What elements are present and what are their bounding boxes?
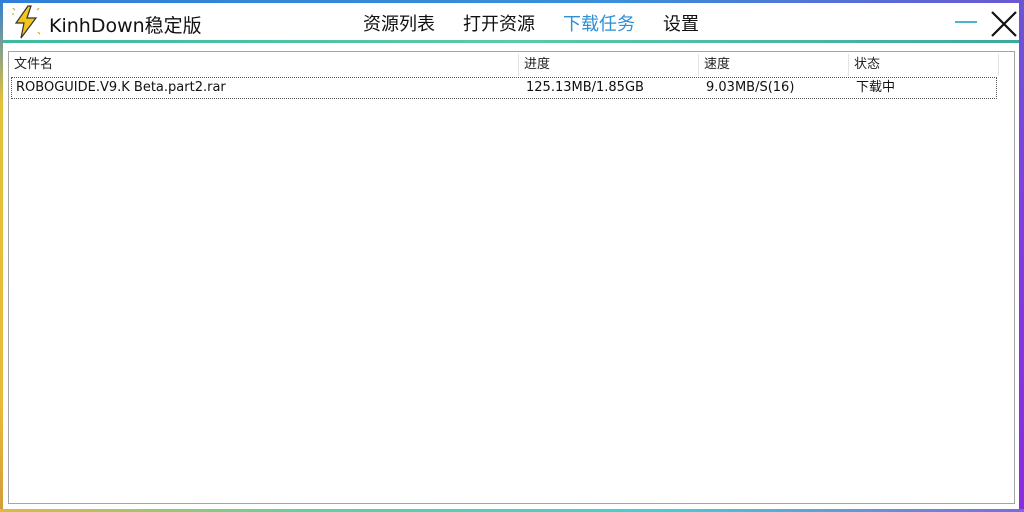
nav-tab-settings[interactable]: 设置: [663, 10, 699, 36]
close-icon[interactable]: [989, 9, 1019, 39]
minimize-icon[interactable]: [955, 21, 977, 23]
lightning-bolt-icon: [12, 5, 41, 39]
window-border-left: [0, 0, 3, 512]
cell-speed: 9.03MB/S(16): [706, 80, 795, 95]
nav-tab-download-tasks[interactable]: 下载任务: [563, 10, 635, 36]
nav-tab-resource-list[interactable]: 资源列表: [363, 10, 435, 36]
download-task-list[interactable]: 文件名 进度 速度 状态 ROBOGUIDE.V9.K Beta.part2.r…: [8, 51, 1015, 504]
nav-tab-open-resource[interactable]: 打开资源: [463, 10, 535, 36]
top-navigation: 资源列表 打开资源 下载任务 设置: [363, 10, 699, 36]
title-bar[interactable]: KinhDown稳定版 资源列表 打开资源 下载任务 设置: [3, 3, 1019, 41]
title-separator: [3, 40, 1019, 43]
column-header-speed[interactable]: 速度: [699, 54, 849, 76]
table-row[interactable]: ROBOGUIDE.V9.K Beta.part2.rar 125.13MB/1…: [11, 77, 997, 99]
app-title: KinhDown稳定版: [49, 15, 202, 37]
column-header-progress[interactable]: 进度: [519, 54, 699, 76]
cell-filename: ROBOGUIDE.V9.K Beta.part2.rar: [16, 80, 226, 95]
column-header-filename[interactable]: 文件名: [9, 54, 519, 76]
cell-status: 下载中: [856, 80, 896, 95]
window-border-right: [1019, 0, 1024, 512]
table-header: 文件名 进度 速度 状态: [9, 54, 1014, 76]
column-header-status[interactable]: 状态: [849, 54, 999, 76]
cell-progress: 125.13MB/1.85GB: [526, 80, 644, 95]
